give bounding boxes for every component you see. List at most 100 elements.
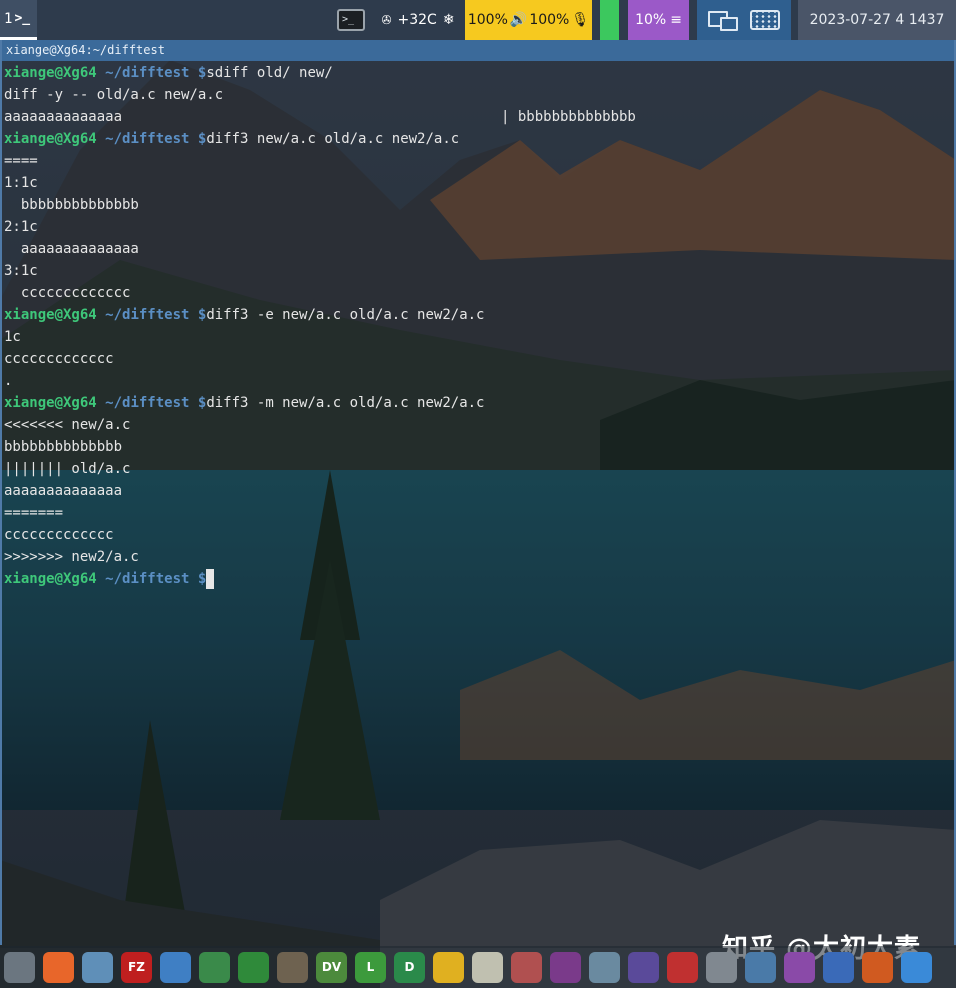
output-line: ==== — [4, 150, 954, 172]
terminal-prompt-icon: >_ — [14, 11, 31, 26]
terminal-launcher-button[interactable]: >_ — [334, 0, 368, 40]
downloader-icon[interactable] — [667, 951, 698, 983]
prompt-user: xiange@Xg64 — [4, 307, 97, 323]
command-text: diff3 -e new/a.c old/a.c new2/a.c — [206, 307, 485, 323]
messenger-icon[interactable] — [82, 951, 113, 983]
output-line: ||||||| old/a.c — [4, 458, 954, 480]
filezilla-icon[interactable]: FZ — [121, 951, 152, 983]
fire-icon[interactable] — [862, 951, 893, 983]
application-dock: FZ DV L D — [0, 946, 956, 988]
output-text: ||||||| old/a.c — [4, 461, 131, 477]
temperature: +32C — [397, 12, 437, 28]
output-text: diff -y -- old/a.c new/a.c — [4, 87, 224, 103]
info-icon[interactable] — [901, 951, 932, 983]
weather-widget[interactable]: ✇ +32C ❄ — [372, 0, 464, 40]
prompt-user: xiange@Xg64 — [4, 571, 97, 587]
dock-item-label: FZ — [128, 960, 145, 974]
dock-item-label: DV — [321, 960, 342, 974]
output-text: 2:1c — [4, 219, 38, 235]
prompt-path: ~/difftest — [105, 395, 190, 411]
audio-widget[interactable]: 100% 🔊 100% 🎙 — [465, 0, 592, 40]
output-line: bbbbbbbbbbbbbb — [4, 194, 954, 216]
prompt-user: xiange@Xg64 — [4, 395, 97, 411]
network-keyboard-widget — [697, 0, 791, 40]
network-tool-icon[interactable] — [628, 951, 659, 983]
command-text: sdiff old/ new/ — [206, 65, 333, 81]
network-icon[interactable] — [708, 9, 738, 31]
output-line: ======= — [4, 502, 954, 524]
output-text: bbbbbbbbbbbbbb — [4, 439, 123, 455]
output-text: bbbbbbbbbbbbbb — [4, 197, 139, 213]
shark-fin-icon[interactable] — [160, 951, 191, 983]
output-line: diff -y -- old/a.c new/a.c — [4, 84, 954, 106]
prompt-path: ~/difftest — [105, 307, 190, 323]
prompt-line: xiange@Xg64 ~/difftest $diff3 new/a.c ol… — [4, 128, 954, 150]
snowflake-icon: ❄ — [442, 12, 455, 28]
output-line: aaaaaaaaaaaaaa — [4, 238, 954, 260]
leaf-icon[interactable] — [238, 951, 269, 983]
output-right-column: | bbbbbbbbbbbbbb — [501, 109, 636, 125]
speaker-icon: 🔊 — [509, 12, 528, 28]
output-line: 1:1c — [4, 172, 954, 194]
prompt-user: xiange@Xg64 — [4, 65, 97, 81]
settings-gear-icon[interactable] — [706, 951, 737, 983]
math-formula-icon[interactable] — [550, 951, 581, 983]
cpu-usage: 10% — [635, 12, 667, 28]
output-text: 3:1c — [4, 263, 38, 279]
output-text: ccccccccccccc — [4, 285, 131, 301]
libreoffice-l-icon[interactable]: L — [355, 951, 386, 983]
output-text: ======= — [4, 505, 64, 521]
disc-icon[interactable] — [472, 951, 503, 983]
output-text: aaaaaaaaaaaaaa — [4, 109, 123, 125]
menu-icon: ≡ — [670, 12, 682, 28]
fan-icon: ✇ — [381, 13, 392, 27]
magnifier-icon[interactable] — [589, 951, 620, 983]
output-line: 2:1c — [4, 216, 954, 238]
terminal-output[interactable]: xiange@Xg64 ~/difftest $sdiff old/ new/d… — [4, 62, 954, 945]
output-text: aaaaaaaaaaaaaa — [4, 241, 139, 257]
prompt-line: xiange@Xg64 ~/difftest $diff3 -m new/a.c… — [4, 392, 954, 414]
output-line: ccccccccccccc — [4, 282, 954, 304]
output-text: . — [4, 373, 13, 389]
output-line: <<<<<<< new/a.c — [4, 414, 954, 436]
workspace-number: 1 — [4, 10, 13, 27]
output-line: aaaaaaaaaaaaaa — [4, 480, 954, 502]
output-text: <<<<<<< new/a.c — [4, 417, 131, 433]
prompt-path: ~/difftest — [105, 131, 190, 147]
remote-desktop-icon[interactable] — [745, 951, 776, 983]
gimp-icon[interactable] — [277, 951, 308, 983]
ide-icon[interactable] — [823, 951, 854, 983]
terminal-window[interactable]: xiange@Xg64:~/difftest xiange@Xg64 ~/dif… — [0, 40, 956, 945]
mic-volume: 100% — [529, 12, 570, 28]
output-text: aaaaaaaaaaaaaa — [4, 483, 123, 499]
chart-pie-icon[interactable] — [433, 951, 464, 983]
notes-icon[interactable] — [784, 951, 815, 983]
terminal-icon: >_ — [337, 9, 365, 31]
output-text: >>>>>>> new2/a.c — [4, 549, 139, 565]
workspace-indicator[interactable]: 1 >_ — [0, 0, 37, 40]
output-text: ccccccccccccc — [4, 527, 114, 543]
prompt-user: xiange@Xg64 — [4, 131, 97, 147]
output-text: 1c — [4, 329, 21, 345]
firefox-icon[interactable] — [43, 951, 74, 983]
command-text: diff3 -m new/a.c old/a.c new2/a.c — [206, 395, 485, 411]
keyboard-icon[interactable] — [750, 10, 780, 30]
window-title: xiange@Xg64:~/difftest — [2, 40, 954, 61]
libreoffice-d-icon[interactable]: D — [394, 951, 425, 983]
puzzle-icon[interactable] — [199, 951, 230, 983]
prompt-path: ~/difftest — [105, 65, 190, 81]
clock[interactable]: 2023-07-27 4 1437 — [798, 0, 956, 40]
output-line: ccccccccccccc — [4, 348, 954, 370]
text-cursor — [206, 569, 215, 589]
output-text: ccccccccccccc — [4, 351, 114, 367]
command-text: diff3 new/a.c old/a.c new2/a.c — [206, 131, 460, 147]
prompt-line: xiange@Xg64 ~/difftest $sdiff old/ new/ — [4, 62, 954, 84]
output-text: ==== — [4, 153, 38, 169]
cpu-widget[interactable]: 10% ≡ — [628, 0, 689, 40]
dv-icon[interactable]: DV — [316, 951, 347, 983]
dock-item-label: D — [404, 960, 415, 974]
status-indicator — [600, 0, 619, 40]
output-line: 1c — [4, 326, 954, 348]
file-manager-icon[interactable] — [4, 951, 35, 983]
document-viewer-icon[interactable] — [511, 951, 542, 983]
